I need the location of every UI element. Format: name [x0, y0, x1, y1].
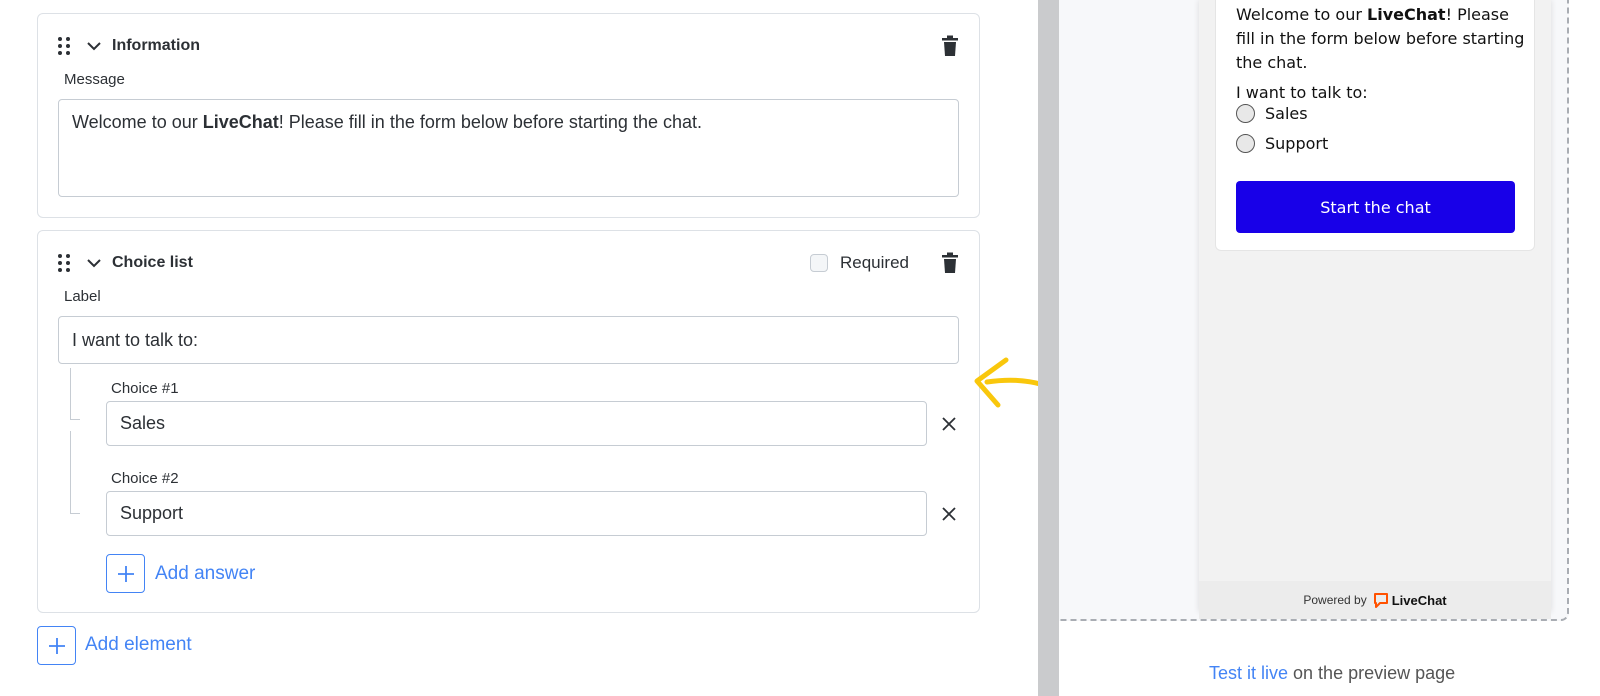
- choice-card-title: Choice list: [112, 254, 193, 271]
- tree-connector: [70, 431, 80, 514]
- drag-handle-icon[interactable]: [58, 36, 72, 56]
- add-element-link[interactable]: Add element: [85, 634, 192, 656]
- close-icon[interactable]: [942, 507, 956, 521]
- label-field-label: Label: [64, 288, 101, 305]
- chevron-down-icon[interactable]: [86, 255, 102, 271]
- drag-handle-icon[interactable]: [58, 253, 72, 273]
- powered-by-footer: Powered by LiveChat: [1199, 581, 1551, 619]
- add-answer-button[interactable]: [106, 554, 145, 593]
- test-it-live-link[interactable]: Test it live: [1209, 663, 1288, 683]
- choice-1-label: Choice #1: [111, 380, 179, 397]
- information-card-header: Information: [58, 34, 959, 58]
- tree-connector: [70, 368, 80, 420]
- livechat-logo-icon: [1373, 593, 1388, 608]
- choice-2-input[interactable]: Support: [106, 491, 927, 536]
- chat-widget-preview: Welcome to our LiveChat! Please fill in …: [1199, 0, 1551, 619]
- radio-icon[interactable]: [1236, 134, 1255, 153]
- radio-icon[interactable]: [1236, 104, 1255, 123]
- prechat-form-card: Welcome to our LiveChat! Please fill in …: [1215, 0, 1535, 251]
- preview-option-sales[interactable]: Sales: [1236, 104, 1308, 123]
- close-icon[interactable]: [942, 417, 956, 431]
- choice-list-element-card: Choice list Required Label I want to tal…: [37, 230, 980, 613]
- choice-2-label: Choice #2: [111, 470, 179, 487]
- plus-icon: [48, 637, 65, 654]
- message-label: Message: [64, 71, 125, 88]
- start-chat-button[interactable]: Start the chat: [1236, 181, 1515, 233]
- message-textarea[interactable]: Welcome to our LiveChat! Please fill in …: [58, 99, 959, 197]
- plus-icon: [117, 565, 134, 582]
- required-label: Required: [840, 253, 909, 272]
- required-checkbox[interactable]: Required: [810, 253, 909, 273]
- chevron-down-icon[interactable]: [86, 38, 102, 54]
- trash-icon[interactable]: [941, 35, 959, 57]
- choice-list-label-input[interactable]: I want to talk to:: [58, 316, 959, 364]
- panel-divider[interactable]: [1038, 0, 1059, 696]
- trash-icon[interactable]: [941, 252, 959, 274]
- preview-welcome-message: Welcome to our LiveChat! Please fill in …: [1236, 5, 1525, 72]
- add-element-button[interactable]: [37, 626, 76, 665]
- information-element-card: Information Message Welcome to our LiveC…: [37, 13, 980, 218]
- checkbox-icon[interactable]: [810, 254, 828, 272]
- test-it-live-line: Test it live on the preview page: [1209, 663, 1456, 683]
- information-card-title: Information: [112, 37, 200, 54]
- preview-question: I want to talk to:: [1236, 83, 1368, 102]
- choice-card-header: Choice list Required: [58, 251, 959, 275]
- choice-1-input[interactable]: Sales: [106, 401, 927, 446]
- preview-option-support[interactable]: Support: [1236, 134, 1328, 153]
- add-answer-link[interactable]: Add answer: [155, 563, 255, 585]
